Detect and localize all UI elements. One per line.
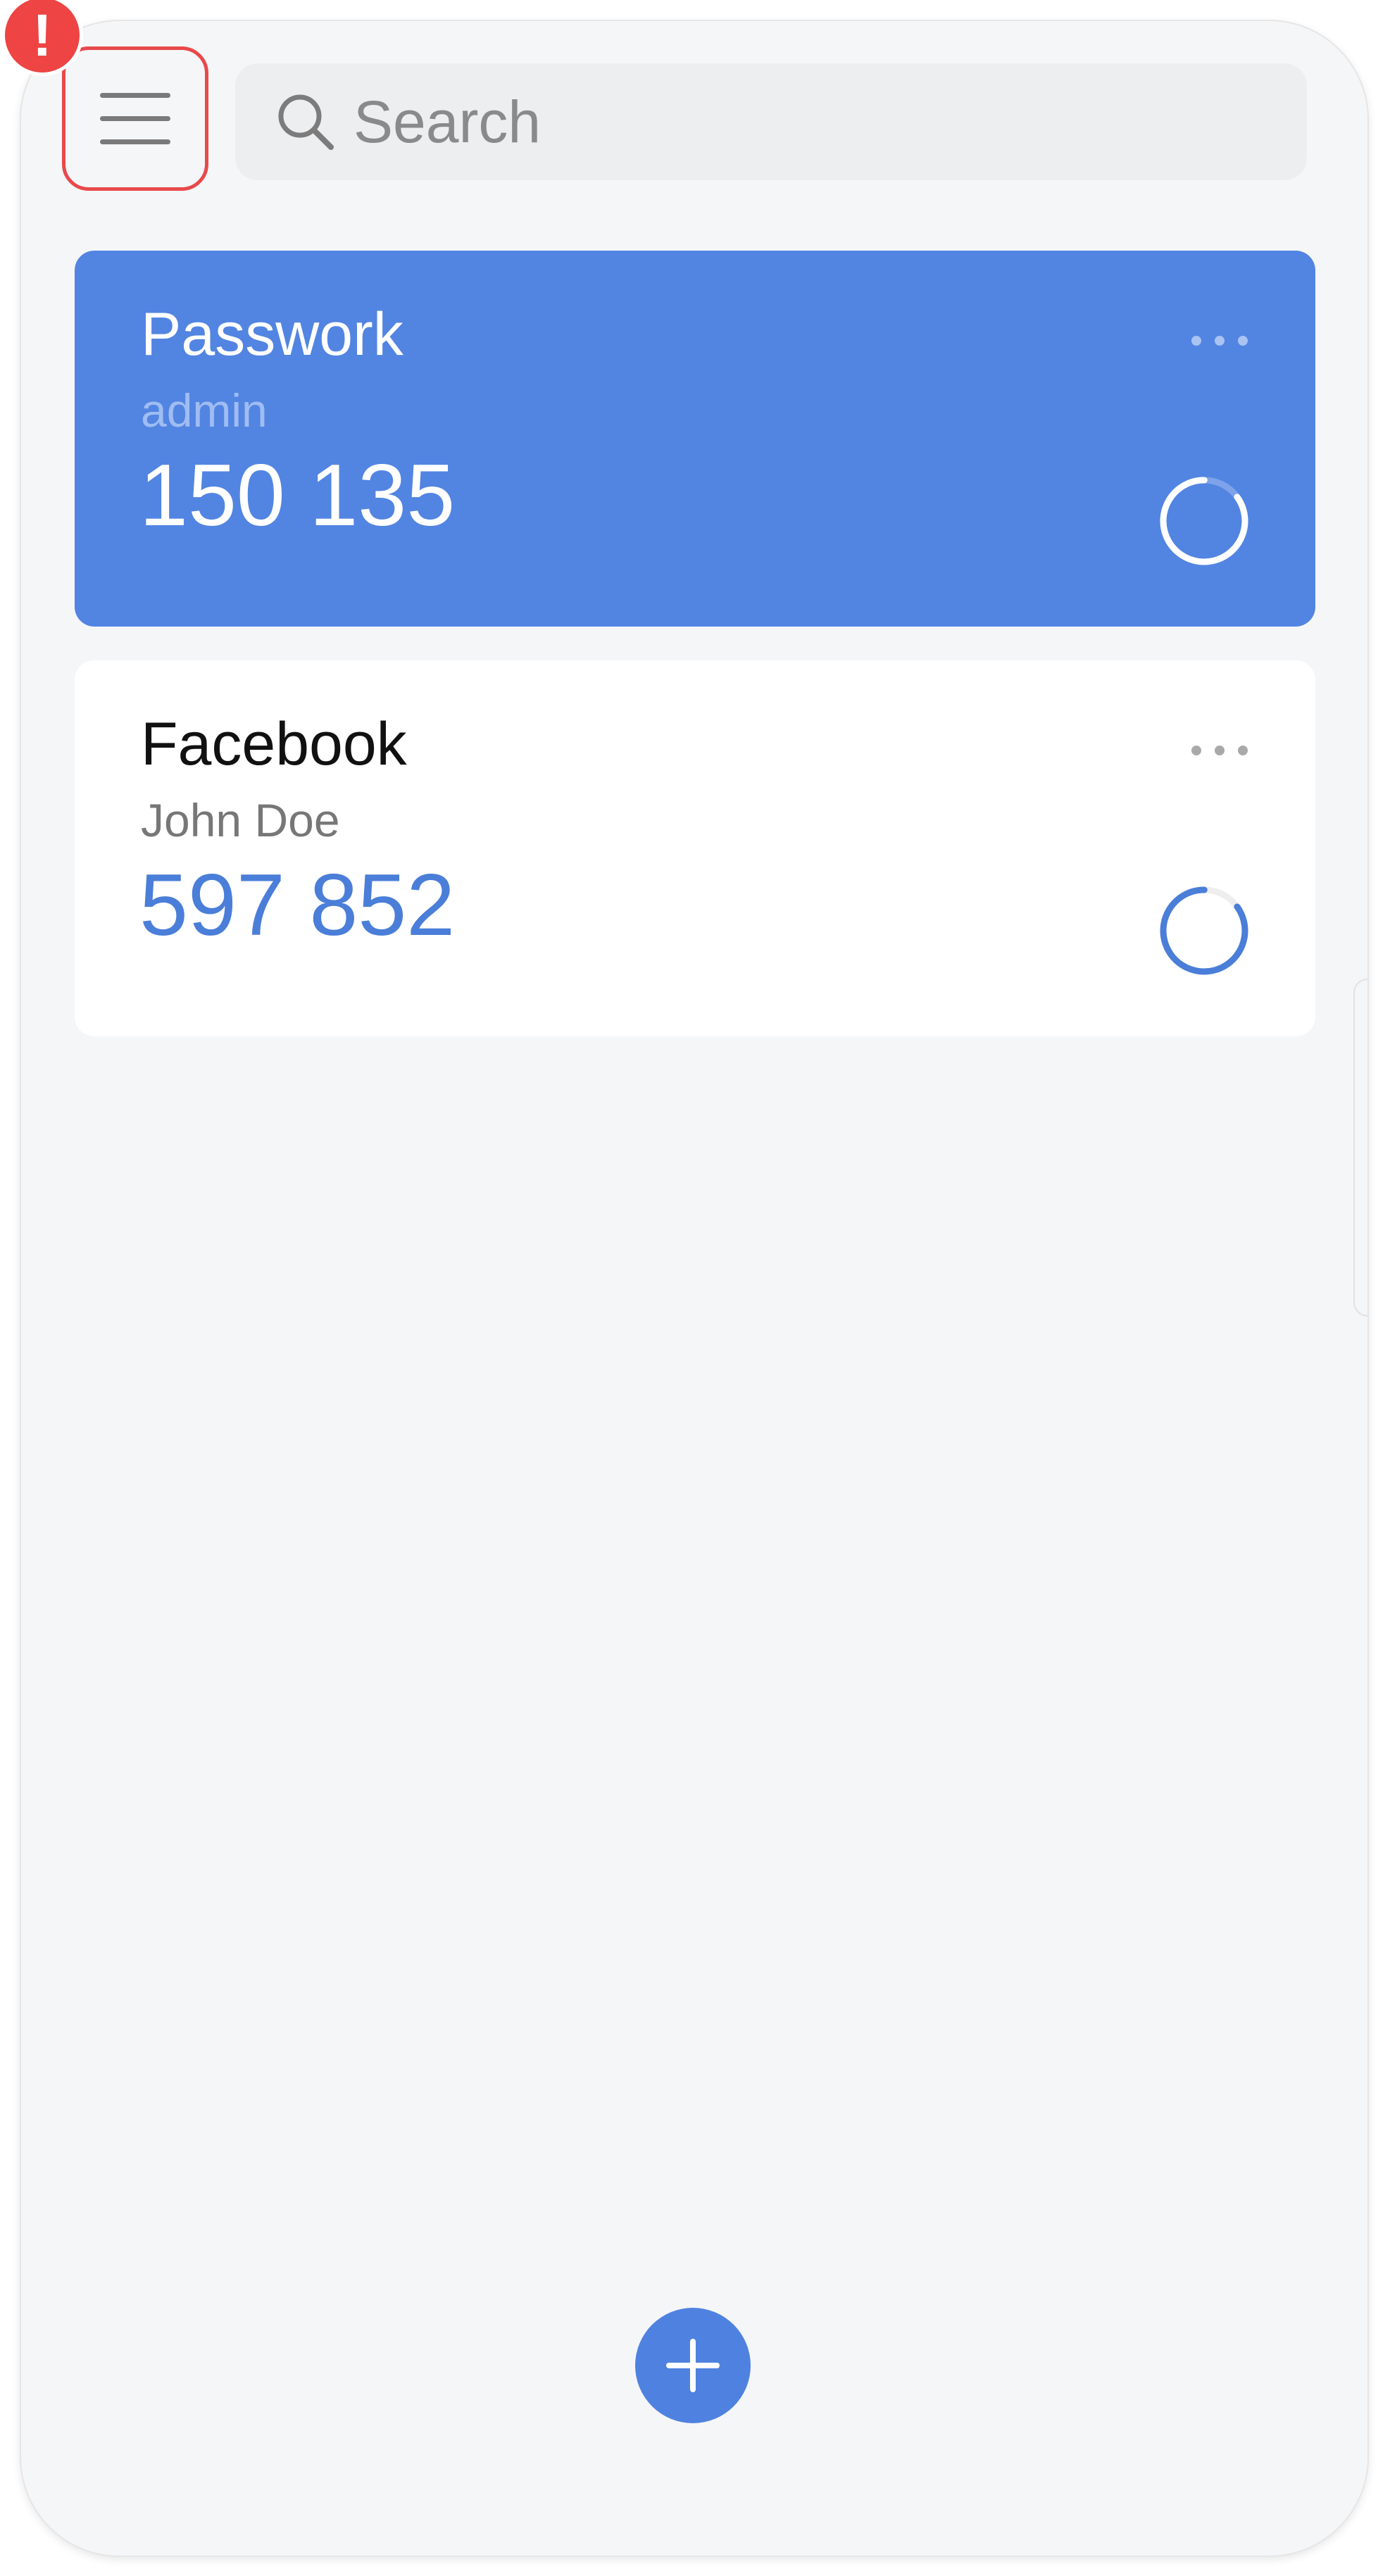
account-username: admin	[141, 384, 268, 436]
add-account-button[interactable]	[635, 2308, 751, 2423]
more-dots-icon[interactable]	[1191, 334, 1248, 348]
exclamation-icon: !	[32, 2, 52, 68]
more-dots-icon[interactable]	[1191, 743, 1248, 758]
otp-code[interactable]: 150 135	[139, 452, 455, 539]
countdown-ring-icon	[1160, 886, 1248, 975]
account-name: Facebook	[141, 710, 407, 778]
account-card-passwork[interactable]: Passwork admin 150 135	[75, 251, 1315, 627]
countdown-ring-icon	[1160, 477, 1248, 565]
menu-button[interactable]	[62, 46, 208, 191]
hamburger-menu-icon	[100, 92, 170, 145]
scroll-handle[interactable]	[1353, 979, 1367, 1317]
account-username: John Doe	[141, 794, 340, 846]
account-card-facebook[interactable]: Facebook John Doe 597 852	[75, 660, 1315, 1036]
search-input[interactable]	[352, 87, 1200, 157]
app-screen: Passwork admin 150 135 Facebook John Doe…	[21, 21, 1367, 2556]
account-name: Passwork	[141, 301, 403, 368]
search-icon	[278, 94, 334, 150]
search-bar[interactable]	[235, 63, 1307, 180]
otp-code[interactable]: 597 852	[139, 862, 455, 949]
plus-icon	[666, 2339, 720, 2392]
